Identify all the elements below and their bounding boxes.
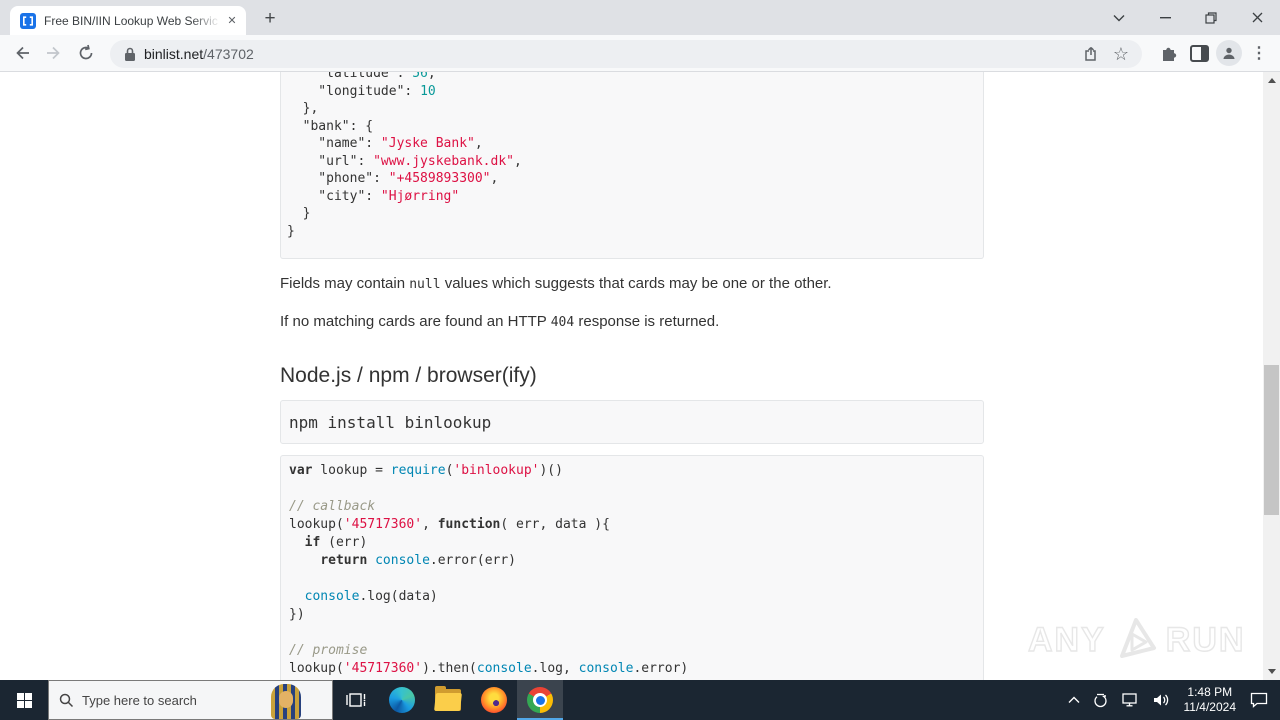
reload-button[interactable]	[73, 40, 99, 66]
watermark-run-text: RUN	[1165, 620, 1246, 659]
clock-date: 11/4/2024	[1183, 700, 1237, 714]
tab-strip: Free BIN/IIN Lookup Web Servic ✕ +	[0, 0, 1280, 35]
task-view-icon	[346, 693, 366, 707]
anyrun-play-logo-icon	[1108, 612, 1164, 668]
watermark-any-text: ANY	[1027, 620, 1106, 659]
anyrun-watermark: ANY RUN	[1027, 607, 1246, 673]
file-explorer-icon	[434, 686, 462, 711]
page-scrollbar[interactable]	[1263, 72, 1280, 680]
edge-icon	[389, 687, 415, 713]
network-ethernet-icon	[1121, 693, 1137, 707]
paragraph-null-fields: Fields may contain null values which sug…	[280, 275, 832, 292]
lock-icon	[124, 47, 136, 62]
bookmark-star-icon[interactable]: ☆	[1108, 41, 1134, 67]
start-button[interactable]	[0, 680, 48, 720]
browser-tab[interactable]: Free BIN/IIN Lookup Web Servic ✕	[10, 6, 246, 35]
taskbar-file-explorer-button[interactable]	[425, 680, 471, 720]
search-icon	[59, 693, 74, 707]
side-panel-icon[interactable]	[1184, 40, 1214, 66]
windows-logo-icon	[16, 692, 32, 708]
extensions-puzzle-icon[interactable]	[1154, 40, 1184, 66]
section-heading-nodejs: Node.js / npm / browser(ify)	[280, 364, 537, 387]
sync-icon	[1093, 693, 1107, 707]
tab-search-chevron-icon[interactable]	[1096, 0, 1142, 35]
taskbar-firefox-button[interactable]	[471, 680, 517, 720]
forward-button[interactable]	[41, 40, 67, 66]
minimize-button[interactable]	[1142, 0, 1188, 35]
url-path: /473702	[203, 46, 254, 62]
tray-sync-button[interactable]	[1086, 680, 1115, 720]
taskbar-chrome-button-active[interactable]	[517, 680, 563, 720]
javascript-example-code-block: var lookup = require('binlookup')() // c…	[280, 455, 984, 680]
search-highlight-pharaoh-image[interactable]	[264, 681, 308, 719]
firefox-icon	[481, 687, 507, 713]
clock-time: 1:48 PM	[1187, 685, 1233, 699]
menu-kebab-icon[interactable]: ⋮	[1244, 40, 1274, 66]
window-controls	[1096, 0, 1280, 35]
action-center-button[interactable]	[1244, 680, 1280, 720]
paragraph-http-404: If no matching cards are found an HTTP 4…	[280, 313, 720, 330]
taskbar-edge-button[interactable]	[379, 680, 425, 720]
restore-button[interactable]	[1188, 0, 1234, 35]
url-host: binlist.net	[144, 46, 204, 62]
scroll-up-arrow[interactable]	[1263, 72, 1280, 89]
close-window-button[interactable]	[1234, 0, 1280, 35]
tab-close-icon[interactable]: ✕	[224, 13, 240, 29]
share-icon[interactable]	[1078, 41, 1104, 67]
json-response-code-block: "latitude": 56, "longitude": 10 }, "bank…	[280, 72, 984, 259]
chevron-up-icon	[1068, 696, 1079, 703]
task-view-button[interactable]	[333, 680, 379, 720]
tray-show-hidden-icons-button[interactable]	[1062, 680, 1086, 720]
site-favicon-icon	[20, 12, 36, 29]
profile-avatar[interactable]	[1214, 40, 1244, 66]
tray-volume-button[interactable]	[1146, 680, 1176, 720]
windows-taskbar: Type here to search 1:48 PM 11/4/2024	[0, 680, 1280, 720]
scrollbar-thumb[interactable]	[1264, 365, 1279, 515]
page-content: "latitude": 56, "longitude": 10 }, "bank…	[0, 72, 1280, 680]
npm-install-code-block: npm install binlookup	[280, 400, 984, 444]
taskbar-clock[interactable]: 1:48 PM 11/4/2024	[1176, 685, 1245, 715]
back-button[interactable]	[9, 40, 35, 66]
tray-network-button[interactable]	[1115, 680, 1146, 720]
search-placeholder: Type here to search	[82, 692, 197, 708]
taskbar-search-input[interactable]: Type here to search	[48, 680, 333, 720]
new-tab-button[interactable]: +	[258, 8, 282, 32]
browser-toolbar: binlist.net/473702 ☆ ⋮	[0, 35, 1280, 72]
action-center-icon	[1250, 692, 1268, 708]
chrome-icon	[527, 687, 553, 713]
scroll-down-arrow[interactable]	[1263, 663, 1280, 680]
speaker-icon	[1153, 694, 1168, 706]
tab-title: Free BIN/IIN Lookup Web Servic	[44, 13, 218, 28]
address-bar[interactable]: binlist.net/473702 ☆	[110, 40, 1142, 68]
